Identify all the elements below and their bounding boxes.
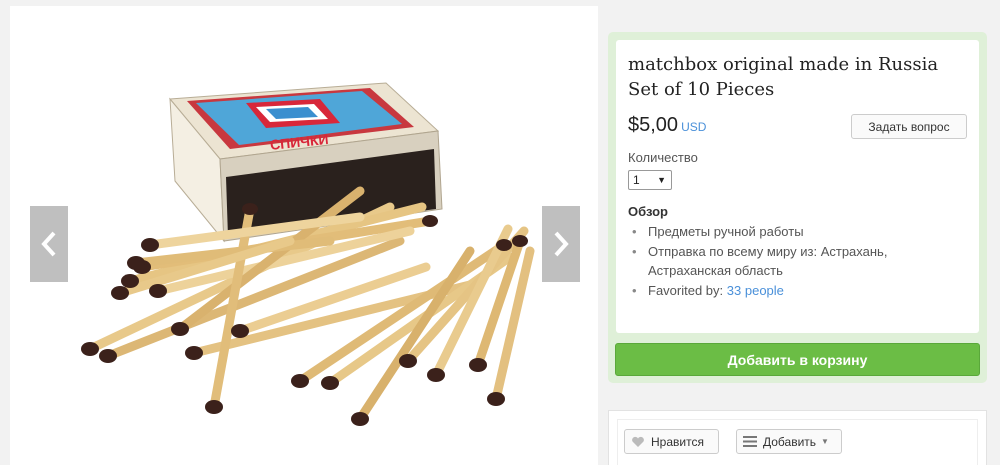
like-button[interactable]: Нравится: [624, 429, 719, 454]
overview-list: Предметы ручной работы Отправка по всему…: [628, 222, 967, 300]
product-page: СПИЧКИ matchbox original made in Russia …: [0, 0, 1000, 465]
currency-code: USD: [681, 120, 707, 134]
actions-bar: Нравится Добавить ▼: [617, 419, 978, 465]
actions-card: Нравится Добавить ▼: [608, 410, 987, 465]
next-image-button[interactable]: [542, 206, 580, 282]
listing-details: matchbox original made in Russia Set of …: [616, 40, 979, 333]
product-photo[interactable]: СПИЧКИ: [30, 31, 590, 465]
heart-icon: [631, 436, 645, 448]
chevron-left-icon: [41, 231, 56, 257]
overview-item-favorited: Favorited by: 33 people: [628, 281, 967, 301]
quantity-select[interactable]: 1 ▼: [628, 170, 672, 190]
overview-item: Отправка по всему миру из: Астрахань, Ас…: [628, 242, 967, 281]
prev-image-button[interactable]: [30, 206, 68, 282]
like-label: Нравится: [651, 434, 704, 449]
caret-down-icon: ▼: [821, 437, 829, 446]
favorited-label: Favorited by:: [648, 282, 724, 298]
ask-question-button[interactable]: Задать вопрос: [851, 114, 967, 139]
image-gallery: СПИЧКИ: [10, 6, 598, 465]
add-label: Добавить: [763, 434, 817, 449]
chevron-right-icon: [554, 231, 569, 257]
overview-item: Предметы ручной работы: [628, 222, 967, 242]
price-row: $5,00 USD Задать вопрос: [628, 114, 967, 144]
quantity-value: 1: [633, 173, 640, 187]
overview-heading: Обзор: [628, 204, 668, 219]
matches: [85, 186, 535, 424]
listing-info-card: matchbox original made in Russia Set of …: [608, 32, 987, 383]
favorited-link[interactable]: 33 people: [727, 283, 784, 298]
add-to-cart-button[interactable]: Добавить в корзину: [615, 343, 980, 376]
caret-down-icon: ▼: [657, 175, 666, 185]
quantity-label: Количество: [628, 150, 698, 165]
list-icon: [743, 436, 757, 447]
listing-price: $5,00: [628, 114, 679, 136]
listing-title: matchbox original made in Russia Set of …: [628, 54, 939, 100]
matchbox-photo: СПИЧКИ: [81, 82, 535, 426]
matchbox: СПИЧКИ: [168, 82, 443, 243]
add-to-list-button[interactable]: Добавить ▼: [736, 429, 842, 454]
